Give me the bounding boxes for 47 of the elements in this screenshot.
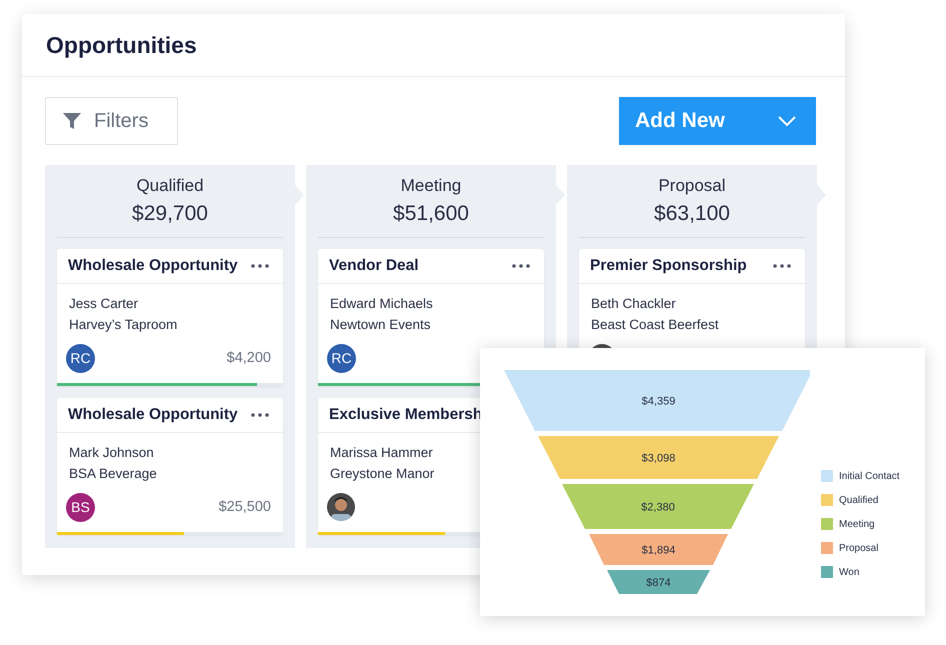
deal-title: Vendor Deal — [329, 257, 419, 275]
deal-title: Wholesale Opportunity — [68, 406, 238, 424]
column-total: $63,100 — [653, 202, 731, 226]
avatar-initials: RC — [327, 344, 356, 372]
contact-name: Jess Carter — [69, 295, 140, 313]
deal-amount: $25,500 — [218, 499, 271, 515]
column-total: $29,700 — [131, 202, 209, 226]
avatar-initials: BS — [66, 492, 95, 522]
contact-name: Edward Michaels — [330, 295, 434, 313]
more-options-icon[interactable] — [773, 264, 791, 268]
company-name: Harvey’s Taproom — [69, 316, 178, 334]
deal-title: Wholesale Opportunity — [68, 257, 238, 275]
contact-name: Marissa Hammer — [330, 444, 434, 462]
page-title: Opportunities — [46, 32, 197, 58]
column-title: Qualified — [135, 176, 205, 196]
avatar-initials: RC — [66, 344, 95, 372]
more-options-icon[interactable] — [251, 413, 269, 417]
segment-value: $1,894 — [642, 544, 676, 556]
company-name: BSA Beverage — [69, 465, 158, 483]
company-name: Newtown Events — [330, 316, 432, 334]
filters-button[interactable]: Filters — [45, 97, 178, 145]
chevron-down-icon — [778, 115, 796, 127]
filter-icon — [62, 111, 82, 131]
legend-label: Initial Contact — [839, 470, 900, 482]
contact-name: Mark Johnson — [69, 444, 155, 462]
segment-value: $874 — [646, 577, 671, 589]
column-title: Proposal — [657, 176, 727, 196]
deal-title: Exclusive Membersh — [329, 406, 482, 424]
segment-value: $4,359 — [642, 396, 676, 408]
legend-label: Won — [839, 566, 860, 578]
column-title: Meeting — [400, 176, 462, 196]
deal-amount: $4,200 — [226, 350, 271, 366]
deal-title: Premier Sponsorship — [590, 257, 747, 275]
deal-card[interactable]: Wholesale Opportunity Jess Carter Harvey’s Taproom RC $4,200 — [57, 249, 283, 386]
deal-card[interactable]: Vendor Deal Edward Michaels Newtown Events RC — [318, 249, 544, 386]
column-total: $51,600 — [392, 202, 470, 226]
segment-value: $2,380 — [641, 502, 675, 514]
more-options-icon[interactable] — [251, 264, 269, 268]
legend-label: Qualified — [839, 494, 878, 506]
segment-value: $3,098 — [642, 452, 676, 464]
legend-label: Proposal — [839, 542, 878, 554]
deal-card[interactable]: Wholesale Opportunity Mark Johnson BSA Beverage BS $25,500 — [57, 398, 283, 535]
contact-name: Beth Chackler — [591, 295, 677, 313]
company-name: Greystone Manor — [330, 465, 436, 483]
company-name: Beast Coast Beerfest — [591, 316, 720, 334]
more-options-icon[interactable] — [512, 264, 530, 268]
legend-label: Meeting — [839, 518, 875, 530]
